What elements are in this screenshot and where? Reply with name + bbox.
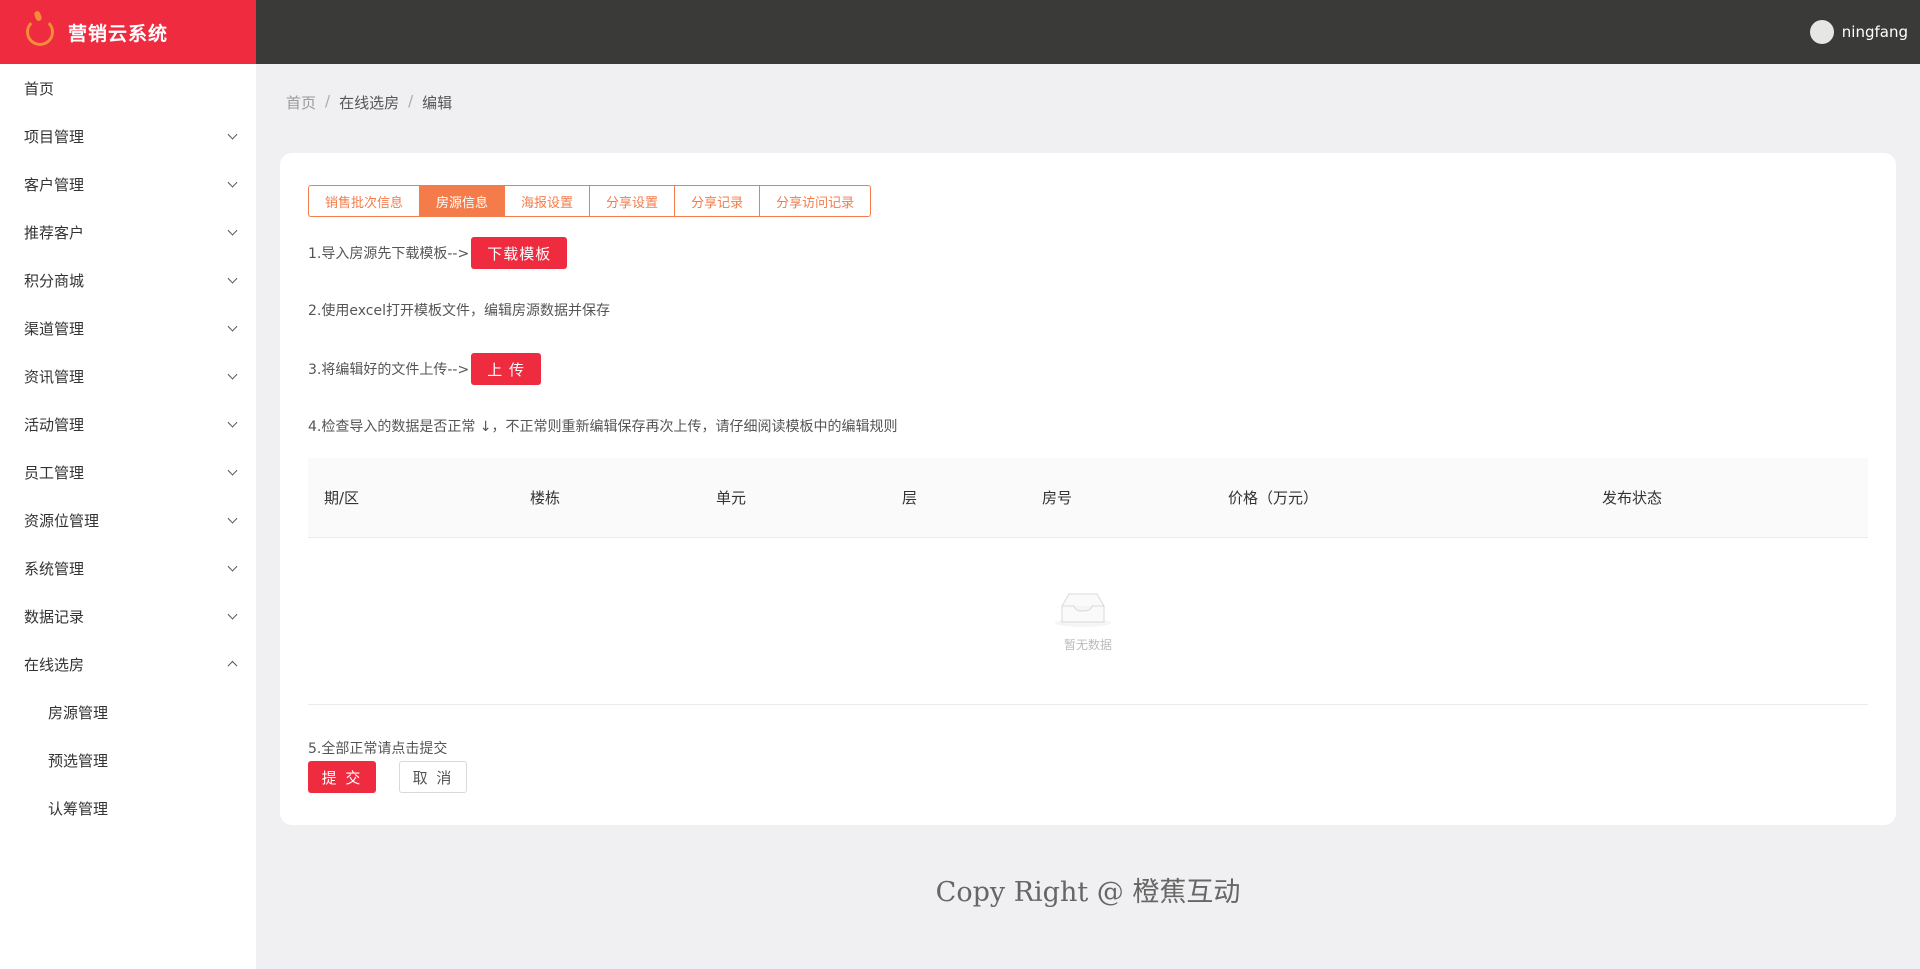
breadcrumb-home[interactable]: 首页 (286, 92, 316, 113)
tab-share-records[interactable]: 分享记录 (674, 185, 761, 217)
sidebar-item-resource-slots[interactable]: 资源位管理 (0, 496, 256, 544)
sidebar-item-data-records[interactable]: 数据记录 (0, 592, 256, 640)
sidebar-item-label: 在线选房 (24, 655, 85, 674)
sidebar-item-label: 房源管理 (48, 703, 109, 722)
sidebar-item-label: 推荐客户 (24, 223, 85, 242)
chevron-down-icon (227, 417, 238, 428)
sidebar-item-label: 项目管理 (24, 127, 85, 146)
footer-copyright: Copy Right @ 橙蕉互动 (935, 877, 1241, 908)
step-5-text: 5.全部正常请点击提交 (308, 741, 448, 757)
sidebar-item-system[interactable]: 系统管理 (0, 544, 256, 592)
sidebar-item-home[interactable]: 首页 (0, 64, 256, 112)
column-header-floor: 层 (902, 489, 918, 507)
sidebar-item-customers[interactable]: 客户管理 (0, 160, 256, 208)
empty-text: 暂无数据 (1063, 638, 1112, 652)
chevron-down-icon (227, 513, 238, 524)
breadcrumb-current: 编辑 (422, 94, 453, 112)
main-card: 销售批次信息 房源信息 海报设置 分享设置 分享记录 分享访问记录 1.导入房源… (280, 153, 1896, 825)
column-header-publish-status: 发布状态 (1602, 489, 1663, 507)
chevron-up-icon (227, 660, 238, 671)
listing-table: 期/区 楼栋 单元 层 房号 价格（万元） 发布状态 暂无数据 (308, 458, 1868, 705)
step-3-text: 3.将编辑好的文件上传--> (308, 362, 470, 378)
user-menu[interactable]: ningfang (1809, 0, 1908, 64)
sidebar-item-label: 客户管理 (24, 175, 85, 194)
sidebar: 首页 项目管理 客户管理 推荐客户 积分商城 渠道管理 资讯管理 活动管理 员工… (0, 64, 256, 969)
sidebar-item-referrals[interactable]: 推荐客户 (0, 208, 256, 256)
step-4-text: 4.检查导入的数据是否正常 ↓，不正常则重新编辑保存再次上传，请仔细阅读模板中的… (308, 419, 898, 435)
sidebar-subitem-subscriptions[interactable]: 认筹管理 (0, 784, 256, 832)
download-template-button[interactable]: 下载模板 (471, 237, 568, 269)
tab-share-settings[interactable]: 分享设置 (589, 185, 676, 217)
tab-bar: 销售批次信息 房源信息 海报设置 分享设置 分享记录 分享访问记录 (308, 185, 872, 217)
breadcrumb-separator: / (408, 92, 414, 110)
upload-button[interactable]: 上 传 (471, 353, 541, 385)
top-bar: 营销云系统 ningfang (0, 0, 1920, 64)
tab-sales-batch[interactable]: 销售批次信息 (308, 185, 421, 217)
brand[interactable]: 营销云系统 (0, 0, 256, 64)
chevron-down-icon (227, 561, 238, 572)
sidebar-item-label: 系统管理 (24, 559, 85, 578)
avatar[interactable] (1809, 20, 1834, 44)
sidebar-item-channels[interactable]: 渠道管理 (0, 304, 256, 352)
cancel-button[interactable]: 取 消 (399, 761, 467, 793)
chevron-down-icon (227, 321, 238, 332)
sidebar-item-label: 资源位管理 (24, 511, 100, 530)
sidebar-subitem-preselection[interactable]: 预选管理 (0, 736, 256, 784)
brand-title: 营销云系统 (68, 22, 169, 45)
column-header-unit: 单元 (716, 489, 747, 507)
sidebar-item-label: 数据记录 (24, 607, 85, 626)
chevron-down-icon (227, 369, 238, 380)
chevron-down-icon (227, 225, 238, 236)
sidebar-item-label: 渠道管理 (24, 319, 85, 338)
tab-poster-settings[interactable]: 海报设置 (504, 185, 591, 217)
step-1-text: 1.导入房源先下载模板--> (308, 246, 470, 262)
chevron-down-icon (227, 609, 238, 620)
table-header: 期/区 楼栋 单元 层 房号 价格（万元） 发布状态 (308, 458, 1868, 538)
sidebar-item-label: 资讯管理 (24, 367, 85, 386)
tab-share-visit-records[interactable]: 分享访问记录 (759, 185, 872, 217)
tab-listing-info[interactable]: 房源信息 (419, 185, 506, 217)
sidebar-item-label: 活动管理 (24, 415, 85, 434)
sidebar-item-news[interactable]: 资讯管理 (0, 352, 256, 400)
logo-icon (26, 18, 54, 46)
table-empty-state: 暂无数据 (308, 538, 1868, 705)
chevron-down-icon (227, 177, 238, 188)
column-header-building: 楼栋 (530, 489, 561, 507)
username[interactable]: ningfang (1842, 23, 1908, 41)
chevron-down-icon (227, 129, 238, 140)
empty-inbox-icon (1055, 593, 1111, 627)
sidebar-subitem-listings[interactable]: 房源管理 (0, 688, 256, 736)
sidebar-item-label: 认筹管理 (48, 799, 109, 818)
breadcrumb: 首页 / 在线选房 / 编辑 (286, 92, 452, 113)
step-1: 1.导入房源先下载模板--> 下载模板 (308, 237, 568, 269)
sidebar-item-label: 员工管理 (24, 463, 85, 482)
submit-button[interactable]: 提 交 (308, 761, 376, 793)
column-header-room-number: 房号 (1042, 489, 1073, 507)
step-3: 3.将编辑好的文件上传--> 上 传 (308, 353, 541, 385)
sidebar-item-staff[interactable]: 员工管理 (0, 448, 256, 496)
step-2-text: 2.使用excel打开模板文件，编辑房源数据并保存 (308, 303, 610, 319)
chevron-down-icon (227, 273, 238, 284)
step-5: 5.全部正常请点击提交 (308, 739, 447, 757)
breadcrumb-separator: / (325, 92, 331, 110)
breadcrumb-online-housing[interactable]: 在线选房 (339, 92, 399, 113)
chevron-down-icon (227, 465, 238, 476)
column-header-phase: 期/区 (324, 489, 360, 507)
step-2: 2.使用excel打开模板文件，编辑房源数据并保存 (308, 301, 610, 319)
sidebar-item-activities[interactable]: 活动管理 (0, 400, 256, 448)
step-4: 4.检查导入的数据是否正常 ↓，不正常则重新编辑保存再次上传，请仔细阅读模板中的… (308, 417, 898, 435)
sidebar-item-label: 积分商城 (24, 271, 85, 290)
sidebar-item-label: 首页 (24, 79, 55, 98)
column-header-price: 价格（万元） (1228, 489, 1319, 507)
sidebar-item-label: 预选管理 (48, 751, 109, 770)
sidebar-item-projects[interactable]: 项目管理 (0, 112, 256, 160)
sidebar-item-online-housing[interactable]: 在线选房 (0, 640, 256, 688)
sidebar-item-points-mall[interactable]: 积分商城 (0, 256, 256, 304)
